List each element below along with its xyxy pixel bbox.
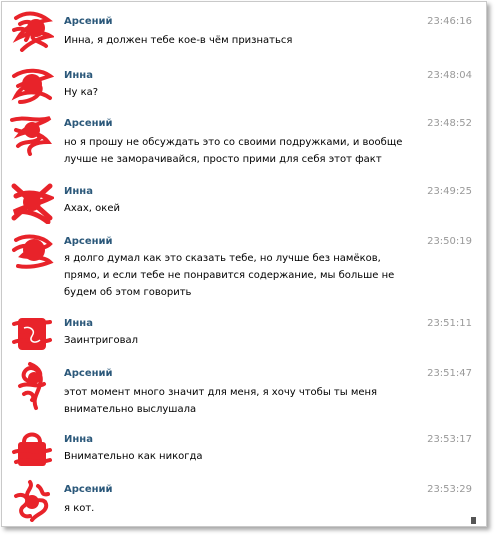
message-text: Ахах, окей xyxy=(64,203,120,214)
message-item: Арсений 23:53:29 я кот. xyxy=(2,472,472,526)
message-author[interactable]: Инна xyxy=(64,186,93,197)
scribbled-avatar[interactable] xyxy=(10,230,54,274)
message-time: 23:48:04 xyxy=(427,70,472,81)
message-author[interactable]: Инна xyxy=(64,434,93,445)
message-author[interactable]: Арсений xyxy=(64,368,113,379)
message-item: Инна 23:51:11 Заинтриговал xyxy=(2,306,472,356)
message-text: но я прошу не обсуждать это со своими по… xyxy=(64,137,403,165)
message-item: Инна 23:49:25 Ахах, окей xyxy=(2,174,472,224)
message-time: 23:53:17 xyxy=(427,434,472,445)
message-text: этот момент много значит для меня, я хоч… xyxy=(64,387,378,415)
message-time: 23:48:52 xyxy=(427,118,472,129)
message-author[interactable]: Арсений xyxy=(64,16,113,27)
scribbled-avatar[interactable] xyxy=(10,112,54,156)
message-author[interactable]: Инна xyxy=(64,318,93,329)
message-time: 23:49:25 xyxy=(427,186,472,197)
scrollbar-thumb[interactable] xyxy=(471,517,476,524)
message-text: Ну ка? xyxy=(64,87,99,98)
chat-window: Арсений 23:46:16 Инна, я должен тебе кое… xyxy=(1,1,487,527)
scribbled-avatar[interactable] xyxy=(10,8,54,52)
message-item: Арсений 23:51:47 этот момент много значи… xyxy=(2,356,472,422)
message-author[interactable]: Арсений xyxy=(64,484,113,495)
message-item: Арсений 23:50:19 я долго думал как это с… xyxy=(2,224,472,306)
scribbled-avatar[interactable] xyxy=(10,428,54,472)
message-item: Арсений 23:48:52 но я прошу не обсуждать… xyxy=(2,106,472,170)
message-item: Инна 23:53:17 Внимательно как никогда xyxy=(2,422,472,472)
message-text: Заинтриговал xyxy=(64,335,139,346)
scribbled-avatar[interactable] xyxy=(10,180,54,224)
message-author[interactable]: Арсений xyxy=(64,236,113,247)
message-time: 23:53:29 xyxy=(427,484,472,495)
message-author[interactable]: Инна xyxy=(64,70,93,81)
message-time: 23:51:11 xyxy=(427,318,472,329)
scribbled-avatar[interactable] xyxy=(10,62,54,106)
scribbled-avatar[interactable] xyxy=(10,478,54,522)
message-text: я кот. xyxy=(64,503,95,514)
message-time: 23:51:47 xyxy=(427,368,472,379)
message-text: Внимательно как никогда xyxy=(64,451,203,462)
message-time: 23:50:19 xyxy=(427,236,472,247)
message-item: Инна 23:48:04 Ну ка? xyxy=(2,58,472,106)
message-author[interactable]: Арсений xyxy=(64,118,113,129)
scrollbar[interactable] xyxy=(471,2,486,526)
scribbled-avatar[interactable] xyxy=(10,360,54,412)
message-item: Арсений 23:46:16 Инна, я должен тебе кое… xyxy=(2,2,472,54)
scribbled-avatar[interactable] xyxy=(10,312,54,356)
message-text: я долго думал как это сказать тебе, но л… xyxy=(64,253,395,298)
message-text: Инна, я должен тебе кое-в чём признаться xyxy=(64,35,293,46)
message-time: 23:46:16 xyxy=(427,16,472,27)
